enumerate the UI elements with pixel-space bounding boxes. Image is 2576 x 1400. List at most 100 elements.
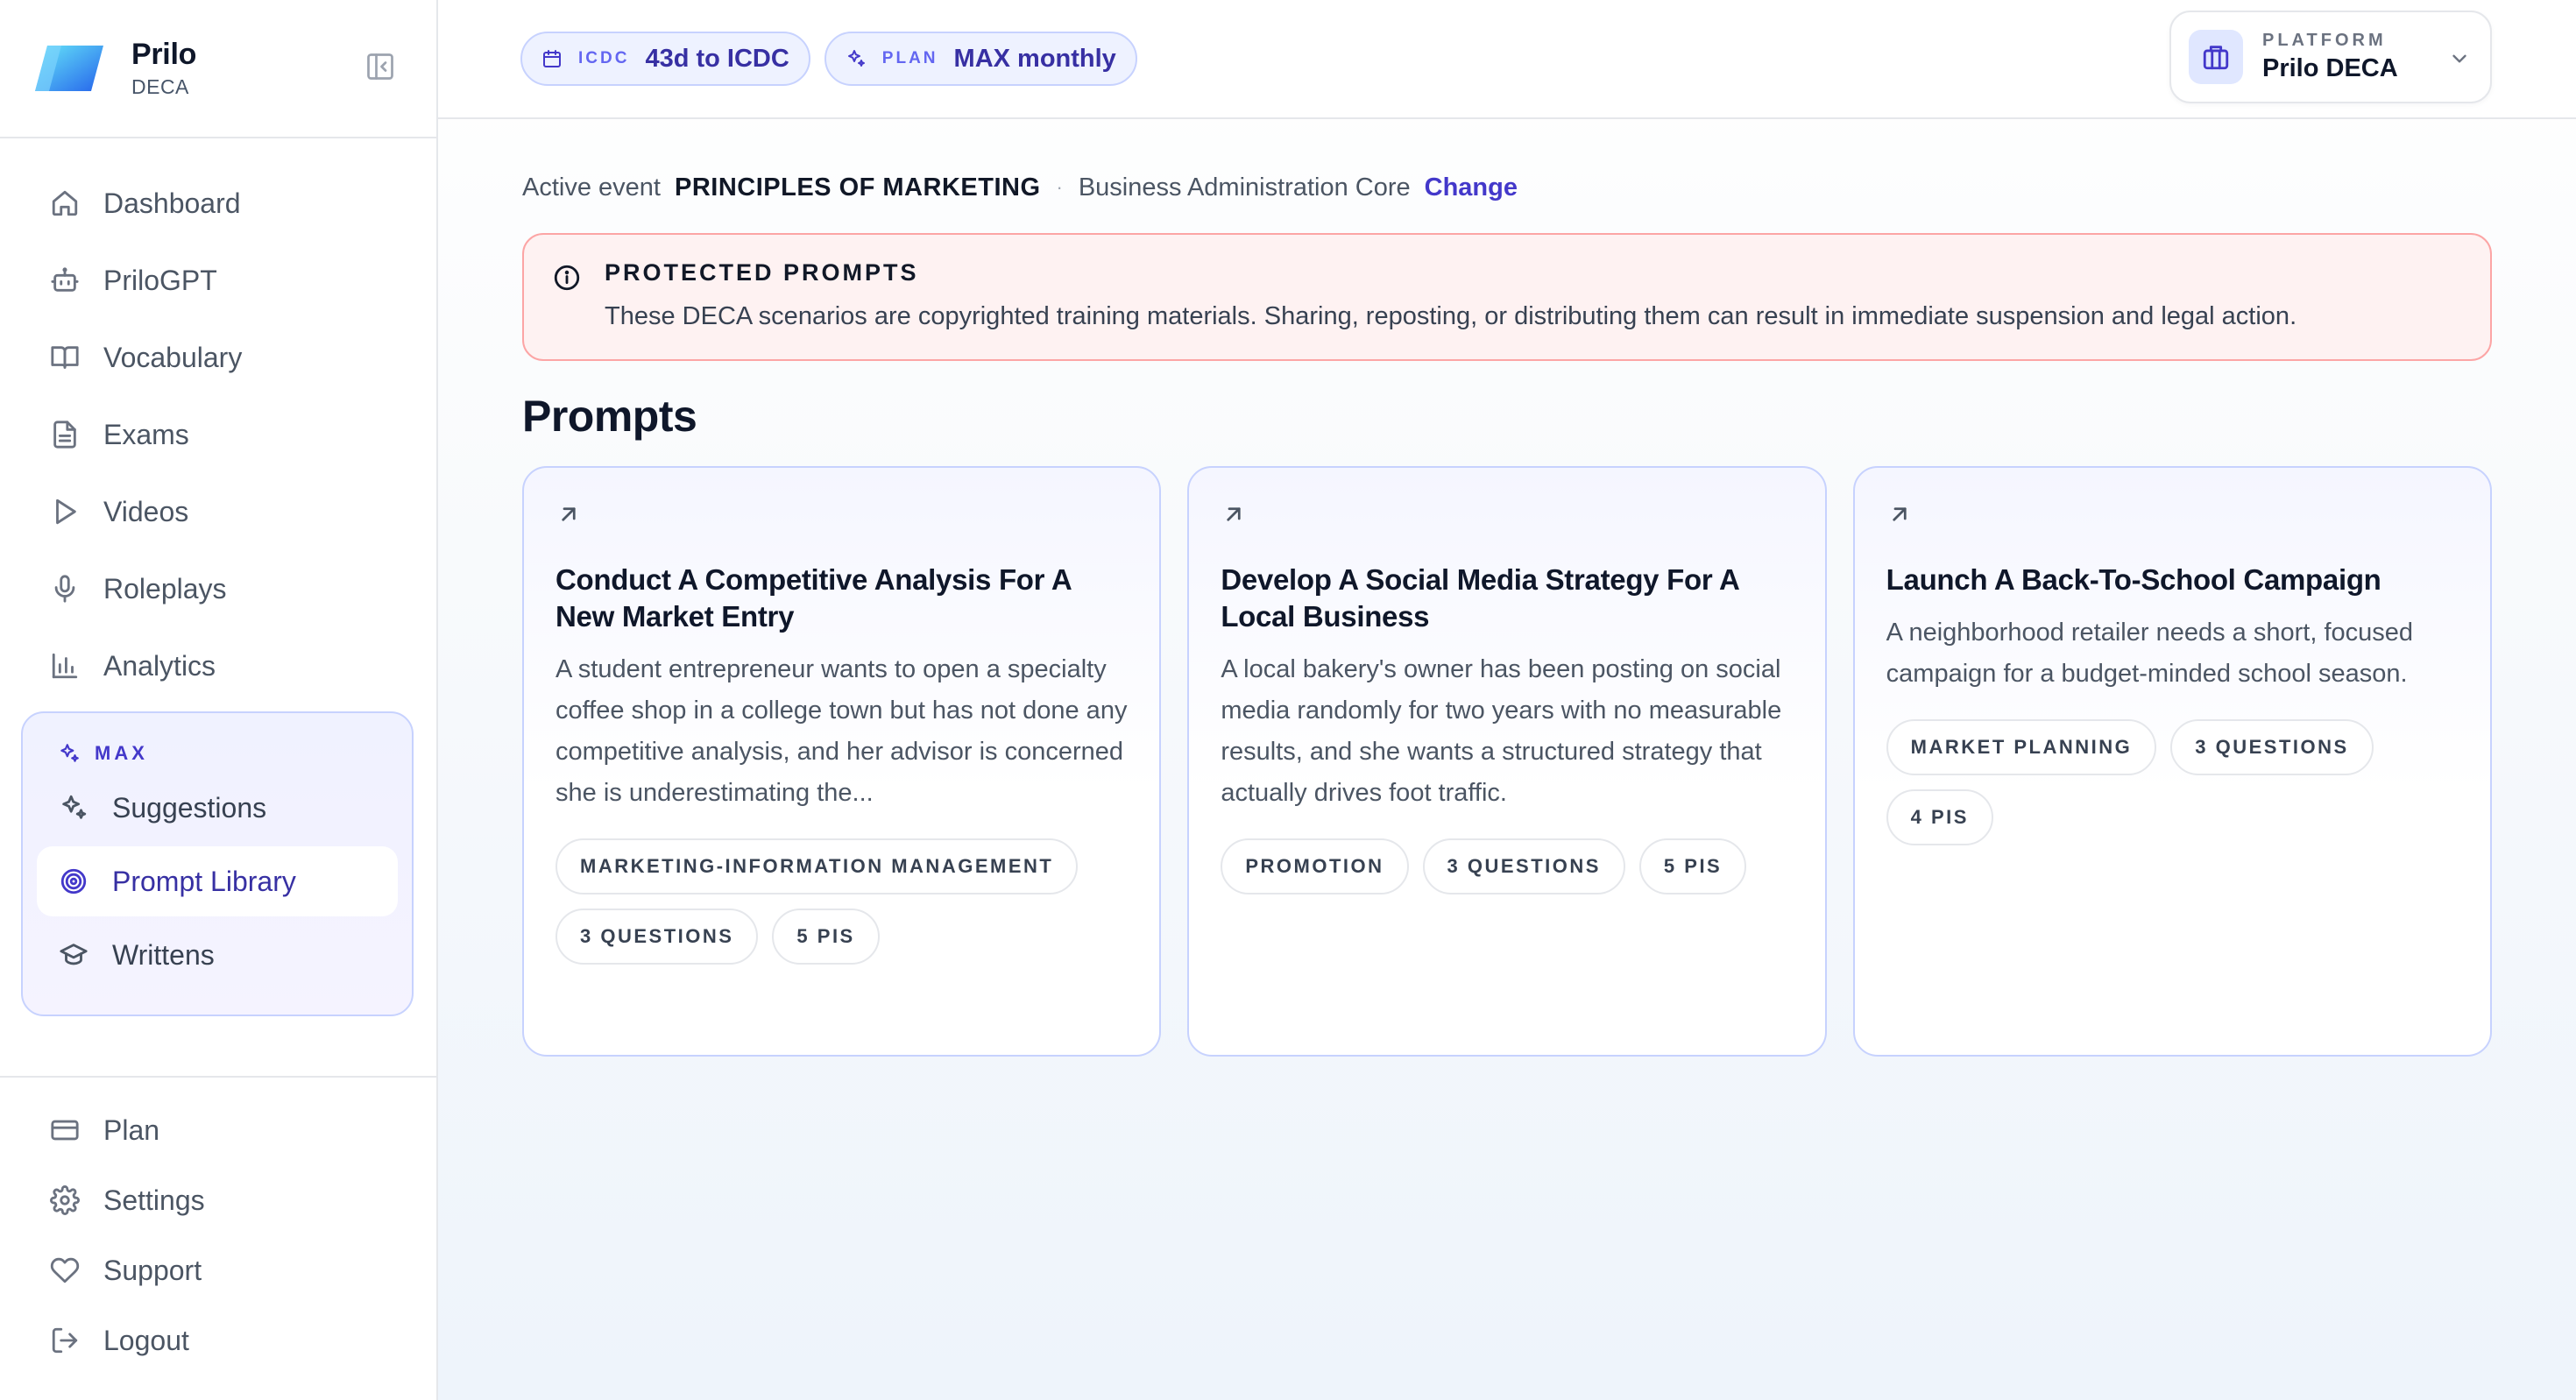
prompt-card[interactable]: Develop A Social Media Strategy For A Lo… bbox=[1187, 466, 1827, 1057]
tag-cluster: MARKET PLANNING bbox=[1886, 719, 2157, 775]
prompt-card-title: Develop A Social Media Strategy For A Lo… bbox=[1221, 563, 1739, 633]
arrow-up-right-icon bbox=[1886, 501, 2459, 532]
brand-header: Prilo DECA bbox=[0, 0, 436, 138]
tag-pis: 5 PIS bbox=[1638, 838, 1747, 894]
nav-item-settings[interactable]: Settings bbox=[0, 1165, 436, 1235]
nav-label: Logout bbox=[103, 1324, 189, 1356]
building-icon bbox=[2189, 30, 2243, 84]
book-icon bbox=[49, 342, 81, 373]
nav-label: Dashboard bbox=[103, 187, 241, 219]
icdc-value: 43d to ICDC bbox=[645, 44, 789, 73]
icdc-countdown-pill[interactable]: ICDC 43d to ICDC bbox=[520, 32, 810, 86]
platform-label: PLATFORM bbox=[2262, 31, 2387, 50]
nav-label: Writtens bbox=[112, 938, 215, 971]
nav-label: Roleplays bbox=[103, 572, 227, 605]
sparkles-icon bbox=[846, 47, 868, 70]
info-icon bbox=[552, 263, 582, 297]
sidebar: Prilo DECA Dashboard PriloGPT Vocabulary… bbox=[0, 0, 438, 1400]
prompt-card-title: Conduct A Competitive Analysis For A New… bbox=[556, 563, 1072, 633]
nav-item-exams[interactable]: Exams bbox=[0, 396, 436, 473]
bottom-nav: Plan Settings Support Logout bbox=[0, 1076, 436, 1375]
mic-icon bbox=[49, 573, 81, 605]
nav-label: Analytics bbox=[103, 649, 216, 682]
sparkles-icon bbox=[60, 744, 79, 762]
arrow-up-right-icon bbox=[556, 501, 1128, 532]
tag-questions: 3 QUESTIONS bbox=[1422, 838, 1625, 894]
tag-questions: 3 QUESTIONS bbox=[556, 909, 759, 965]
plan-label: PLAN bbox=[881, 49, 938, 67]
separator-dot: · bbox=[1056, 176, 1063, 198]
nav-item-videos[interactable]: Videos bbox=[0, 473, 436, 550]
calendar-icon bbox=[541, 47, 564, 70]
main-content: ICDC 43d to ICDC PLAN MAX monthly PLATFO… bbox=[438, 0, 2576, 1400]
nav-item-dashboard[interactable]: Dashboard bbox=[0, 165, 436, 242]
file-text-icon bbox=[49, 419, 81, 450]
section-title: Prompts bbox=[522, 392, 697, 441]
prompt-card-description: A local bakery's owner has been posting … bbox=[1221, 655, 1782, 807]
plan-pill[interactable]: PLAN MAX monthly bbox=[824, 32, 1137, 86]
play-icon bbox=[49, 496, 81, 527]
prompt-card-description: A neighborhood retailer needs a short, f… bbox=[1886, 619, 2414, 688]
tag-questions: 3 QUESTIONS bbox=[2170, 719, 2374, 775]
nav-label: Support bbox=[103, 1254, 202, 1286]
platform-value: Prilo DECA bbox=[2262, 54, 2398, 82]
nav-item-suggestions[interactable]: Suggestions bbox=[37, 773, 398, 843]
nav-item-writtens[interactable]: Writtens bbox=[37, 920, 398, 990]
alert-text: These DECA scenarios are copyrighted tra… bbox=[605, 302, 2297, 330]
max-header: MAX bbox=[37, 738, 398, 769]
icdc-label: ICDC bbox=[578, 49, 630, 67]
graduation-cap-icon bbox=[58, 939, 89, 971]
nav-item-support[interactable]: Support bbox=[0, 1235, 436, 1305]
prompt-card-title: Launch A Back-To-School Campaign bbox=[1886, 563, 2381, 596]
nav-item-vocabulary[interactable]: Vocabulary bbox=[0, 319, 436, 396]
prompt-card-tags: PROMOTION 3 QUESTIONS 5 PIS bbox=[1221, 838, 1793, 894]
credit-card-icon bbox=[49, 1114, 81, 1146]
nav-label: Exams bbox=[103, 418, 189, 450]
topbar: ICDC 43d to ICDC PLAN MAX monthly PLATFO… bbox=[438, 0, 2576, 119]
nav-label: Videos bbox=[103, 495, 189, 527]
app-root: Prilo DECA Dashboard PriloGPT Vocabulary… bbox=[0, 0, 2576, 1400]
bot-icon bbox=[49, 265, 81, 296]
target-icon bbox=[58, 866, 89, 897]
nav-item-prompt-library[interactable]: Prompt Library bbox=[37, 846, 398, 916]
collapse-sidebar-button[interactable] bbox=[363, 49, 398, 84]
alert-title: PROTECTED PROMPTS bbox=[605, 259, 919, 286]
max-label: MAX bbox=[95, 742, 148, 764]
nav-item-logout[interactable]: Logout bbox=[0, 1305, 436, 1375]
max-section: MAX Suggestions Prompt Library Writtens bbox=[21, 711, 414, 1016]
gear-icon bbox=[49, 1184, 81, 1216]
nav-item-plan[interactable]: Plan bbox=[0, 1095, 436, 1165]
heart-icon bbox=[49, 1255, 81, 1286]
active-event-row: Active event PRINCIPLES OF MARKETING · B… bbox=[522, 163, 1518, 212]
prompt-cards: Conduct A Competitive Analysis For A New… bbox=[522, 466, 2492, 1057]
nav-label: Suggestions bbox=[112, 791, 267, 824]
nav-label: Vocabulary bbox=[103, 341, 243, 373]
active-event-name: PRINCIPLES OF MARKETING bbox=[674, 173, 1041, 202]
prompt-card-tags: MARKETING-INFORMATION MANAGEMENT 3 QUEST… bbox=[556, 838, 1128, 965]
prompt-card-tags: MARKET PLANNING 3 QUESTIONS 4 PIS bbox=[1886, 719, 2459, 845]
tag-cluster: PROMOTION bbox=[1221, 838, 1409, 894]
prompt-card[interactable]: Conduct A Competitive Analysis For A New… bbox=[522, 466, 1162, 1057]
sidebar-collapse-icon bbox=[367, 53, 393, 80]
nav-item-roleplays[interactable]: Roleplays bbox=[0, 550, 436, 627]
logout-icon bbox=[49, 1325, 81, 1356]
main-nav: Dashboard PriloGPT Vocabulary Exams Vide… bbox=[0, 138, 436, 1016]
home-icon bbox=[49, 187, 81, 219]
change-event-link[interactable]: Change bbox=[1425, 173, 1518, 202]
platform-selector[interactable]: PLATFORM Prilo DECA bbox=[2169, 11, 2492, 103]
nav-item-prilogpt[interactable]: PriloGPT bbox=[0, 242, 436, 319]
nav-label: Prompt Library bbox=[112, 865, 296, 897]
bar-chart-icon bbox=[49, 650, 81, 682]
protected-prompts-alert: PROTECTED PROMPTS These DECA scenarios a… bbox=[522, 233, 2492, 361]
active-event-label: Active event bbox=[522, 173, 661, 202]
chevron-down-icon bbox=[2448, 47, 2471, 74]
nav-item-analytics[interactable]: Analytics bbox=[0, 627, 436, 704]
active-event-cluster: Business Administration Core bbox=[1078, 173, 1411, 202]
plan-value: MAX monthly bbox=[953, 44, 1116, 73]
brand-sub: DECA bbox=[131, 75, 189, 98]
nav-label: Plan bbox=[103, 1114, 160, 1146]
nav-label: PriloGPT bbox=[103, 264, 217, 296]
prompt-card[interactable]: Launch A Back-To-School Campaign A neigh… bbox=[1852, 466, 2492, 1057]
prilo-logo-icon bbox=[35, 46, 103, 91]
brand-name: Prilo bbox=[131, 38, 197, 71]
